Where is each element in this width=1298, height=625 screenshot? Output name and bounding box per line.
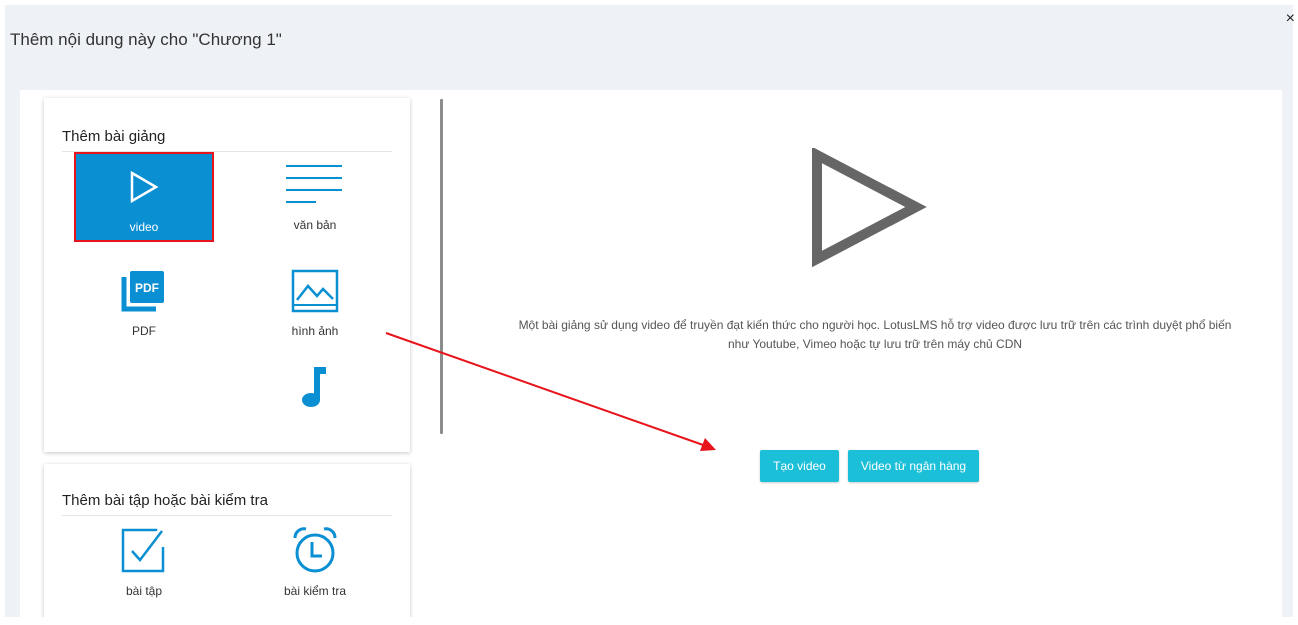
modal-content: Thêm bài giảng video văn bản PDF PDF hìn… [20, 90, 1282, 617]
lecture-card: Thêm bài giảng video văn bản PDF PDF hìn… [44, 98, 410, 452]
lecture-section-heading: Thêm bài giảng [62, 128, 392, 152]
text-lines-icon [245, 162, 385, 208]
image-icon [245, 268, 385, 314]
tile-pdf-label: PDF [132, 324, 156, 338]
alarm-clock-icon [245, 527, 385, 574]
pdf-icon-text: PDF [135, 281, 159, 295]
modal-title: Thêm nội dung này cho "Chương 1" [10, 30, 282, 49]
exercise-card: Thêm bài tập hoặc bài kiểm tra bài tập b… [44, 464, 410, 617]
tile-exercise[interactable]: bài tập [74, 518, 214, 608]
description-line-1: Một bài giảng sử dụng video để truyền đạ… [518, 318, 1232, 332]
tile-video[interactable]: video [74, 152, 214, 242]
tile-audio[interactable] [245, 354, 385, 444]
tile-video-label: video [129, 220, 159, 234]
music-note-icon [245, 364, 385, 410]
play-icon [76, 164, 212, 210]
play-outline-icon [809, 146, 929, 273]
lecture-type-description: Một bài giảng sử dụng video để truyền đạ… [460, 316, 1282, 354]
exercise-section-heading: Thêm bài tập hoặc bài kiểm tra [62, 492, 392, 516]
tile-image[interactable]: hình ảnh [245, 258, 385, 348]
tile-test-label: bài kiểm tra [283, 584, 347, 598]
create-video-button[interactable]: Tạo video [760, 450, 839, 482]
tile-exercise-label: bài tập [125, 584, 163, 598]
tile-test[interactable]: bài kiểm tra [245, 518, 385, 608]
video-from-bank-button[interactable]: Video từ ngân hàng [848, 450, 979, 482]
scrollbar-thumb[interactable] [440, 99, 443, 434]
checkbox-icon [74, 528, 214, 574]
tile-text-label: văn bản [293, 218, 337, 232]
description-line-2: như Youtube, Vimeo hoặc tự lưu trữ trên … [727, 337, 1023, 351]
tile-image-label: hình ảnh [291, 324, 339, 338]
modal-dialog: Thêm nội dung này cho "Chương 1" × Thêm … [5, 5, 1295, 617]
close-icon[interactable]: × [1286, 11, 1295, 27]
tile-text[interactable]: văn bản [245, 152, 385, 242]
pdf-icon: PDF [74, 268, 214, 314]
tile-pdf[interactable]: PDF PDF [74, 258, 214, 348]
